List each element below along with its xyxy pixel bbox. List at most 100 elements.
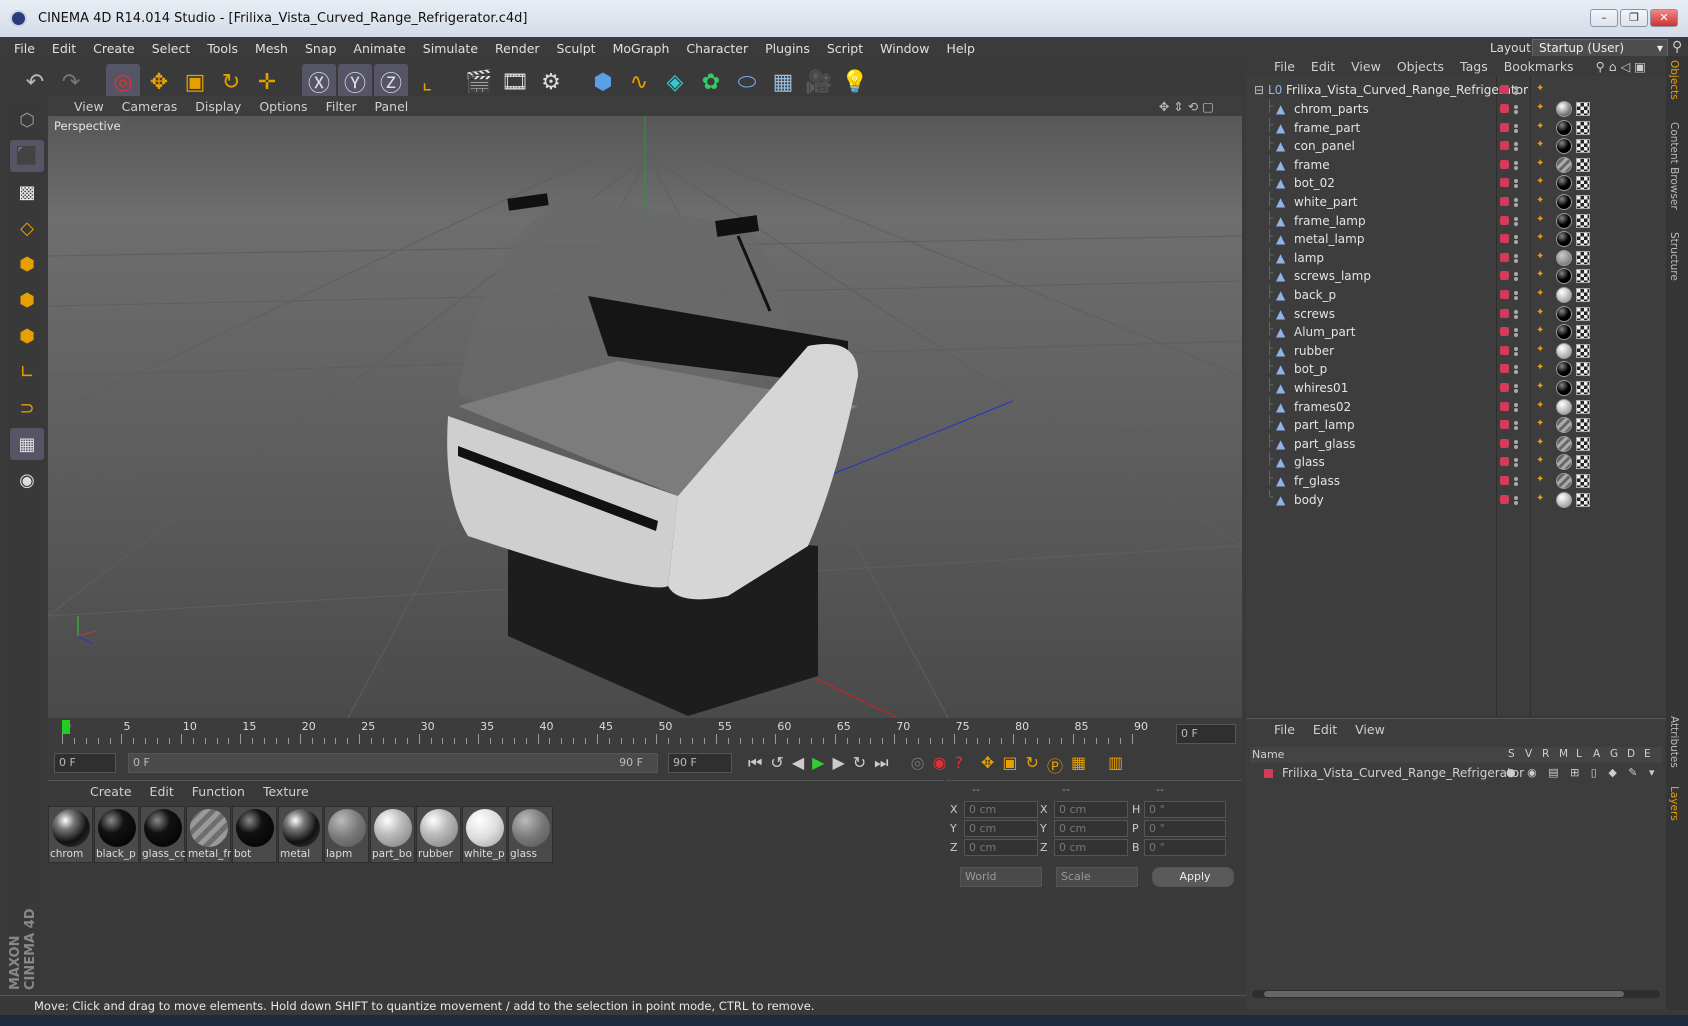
floor-icon[interactable]: ▦ xyxy=(766,64,800,100)
live-selection-icon[interactable]: ◎ xyxy=(106,64,140,100)
layer-menu-view[interactable]: View xyxy=(1355,722,1385,741)
material-swatch[interactable]: metal_fr xyxy=(186,806,231,863)
object-menu-bookmarks[interactable]: Bookmarks xyxy=(1504,59,1574,76)
timeline-window-icon[interactable]: ▥ xyxy=(1108,753,1123,777)
phong-tag-icon[interactable]: ✦ xyxy=(1536,232,1549,245)
coord-value-field[interactable]: 0 ° xyxy=(1144,839,1226,856)
object-menu-tags[interactable]: Tags xyxy=(1460,59,1488,76)
object-row[interactable]: ├ ▲ screws ✦ xyxy=(1246,304,1666,324)
menu-snap[interactable]: Snap xyxy=(305,41,336,56)
uvw-tag-icon[interactable] xyxy=(1576,102,1590,116)
editor-visibility-dot[interactable] xyxy=(1514,142,1518,147)
material-menu-edit[interactable]: Edit xyxy=(150,784,174,803)
uvw-tag-icon[interactable] xyxy=(1576,157,1590,172)
edges-mode-icon[interactable]: ⬢ xyxy=(10,284,44,316)
minimize-button[interactable]: – xyxy=(1590,9,1618,27)
menu-plugins[interactable]: Plugins xyxy=(765,41,810,56)
object-row[interactable]: ├ ▲ back_p ✦ xyxy=(1246,285,1666,305)
coord-value-field[interactable]: 0 ° xyxy=(1144,801,1226,818)
uvw-tag-icon[interactable] xyxy=(1576,232,1590,247)
render-visibility-dot[interactable] xyxy=(1514,147,1518,152)
tab-layers[interactable]: Layers xyxy=(1668,786,1680,821)
material-tag-icon[interactable] xyxy=(1556,454,1572,471)
phong-tag-icon[interactable]: ✦ xyxy=(1536,214,1549,227)
phong-tag-icon[interactable]: ✦ xyxy=(1536,139,1549,152)
move-icon[interactable]: ✥ xyxy=(142,64,176,100)
collapse-icon[interactable]: ⊟ xyxy=(1254,83,1264,97)
material-swatch[interactable]: metal xyxy=(278,806,323,863)
y-axis-lock-icon[interactable]: Ⓨ xyxy=(338,64,372,100)
layer-column-header[interactable]: R xyxy=(1542,748,1549,760)
menu-simulate[interactable]: Simulate xyxy=(423,41,478,56)
phong-tag-icon[interactable]: ✦ xyxy=(1536,455,1549,468)
phong-tag-icon[interactable]: ✦ xyxy=(1536,437,1549,450)
layer-menu-edit[interactable]: Edit xyxy=(1313,722,1337,741)
phong-tag-icon[interactable]: ✦ xyxy=(1536,251,1549,264)
material-tag-icon[interactable] xyxy=(1556,249,1572,266)
editor-visibility-dot[interactable] xyxy=(1514,328,1518,333)
uvw-tag-icon[interactable] xyxy=(1576,120,1590,135)
record-icon[interactable]: ◎ xyxy=(911,753,925,777)
object-row[interactable]: ├ ▲ screws_lamp ✦ xyxy=(1246,266,1666,286)
menu-window[interactable]: Window xyxy=(880,41,929,56)
add-tool-icon[interactable]: ✛ xyxy=(250,64,284,100)
axis-mode-icon[interactable]: ∟ xyxy=(10,356,44,388)
object-row[interactable]: ├ ▲ white_part ✦ xyxy=(1246,192,1666,212)
uvw-tag-icon[interactable] xyxy=(1576,213,1590,228)
editor-visibility-dot[interactable] xyxy=(1514,216,1518,221)
next-frame-icon[interactable]: ▶ xyxy=(832,753,844,777)
layer-column-header[interactable]: G xyxy=(1610,748,1618,760)
material-tag-icon[interactable] xyxy=(1556,156,1572,173)
render-visibility-dot[interactable] xyxy=(1514,110,1518,114)
locked-workplane-icon[interactable]: ▦ xyxy=(10,428,44,460)
cube-icon[interactable]: ⬢ xyxy=(586,64,620,100)
phong-tag-icon[interactable]: ✦ xyxy=(1536,325,1549,338)
material-tag-icon[interactable] xyxy=(1556,324,1572,341)
coord-value-field[interactable]: 0 cm xyxy=(1054,820,1128,837)
material-tag-icon[interactable] xyxy=(1556,380,1572,396)
layer-flag-icons[interactable]: ● ◉ ▤ ⊞ ▯ ◆ ✎ ▾ xyxy=(1506,766,1659,779)
coord-value-field[interactable]: 0 ° xyxy=(1144,820,1226,837)
material-menu-create[interactable]: Create xyxy=(90,784,132,803)
uvw-tag-icon[interactable] xyxy=(1576,474,1590,488)
material-tag-icon[interactable] xyxy=(1556,212,1572,229)
timeline-ruler[interactable]: 051015202530354045505560657075808590 0 F xyxy=(48,718,1242,750)
object-menu-edit[interactable]: Edit xyxy=(1311,59,1335,76)
render-view-icon[interactable]: 🎬 xyxy=(462,64,496,100)
uvw-tag-icon[interactable] xyxy=(1576,306,1590,321)
material-tag-icon[interactable] xyxy=(1556,231,1572,248)
material-swatch[interactable]: lapm xyxy=(324,806,369,863)
search-icon[interactable]: ⚲ xyxy=(1672,39,1682,55)
object-row[interactable]: ├ ▲ frame_part ✦ xyxy=(1246,118,1666,138)
redo-icon[interactable]: ↷ xyxy=(54,64,88,100)
phong-tag-icon[interactable]: ✦ xyxy=(1536,121,1549,134)
phong-tag-icon[interactable]: ✦ xyxy=(1536,344,1549,357)
uvw-tag-icon[interactable] xyxy=(1576,176,1590,191)
menu-render[interactable]: Render xyxy=(495,41,540,56)
material-menu-texture[interactable]: Texture xyxy=(263,784,309,803)
render-visibility-dot[interactable] xyxy=(1514,128,1518,133)
uvw-tag-icon[interactable] xyxy=(1576,362,1590,377)
current-frame-field[interactable]: 0 F xyxy=(1176,724,1236,744)
go-to-end-icon[interactable]: ⏭ xyxy=(874,753,888,777)
phong-tag-icon[interactable]: ✦ xyxy=(1536,418,1549,431)
editor-visibility-dot[interactable] xyxy=(1514,346,1518,351)
tab-attributes[interactable]: Attributes xyxy=(1668,716,1680,768)
layer-column-header[interactable]: A xyxy=(1593,748,1600,760)
viewport-menu-cameras[interactable]: Cameras xyxy=(122,99,178,114)
start-frame-field[interactable]: 0 F xyxy=(54,753,116,773)
previous-frame-icon[interactable]: ◀ xyxy=(792,753,804,777)
uvw-tag-icon[interactable] xyxy=(1576,343,1590,358)
uvw-tag-icon[interactable] xyxy=(1576,381,1590,395)
object-row[interactable]: ├ ▲ Alum_part ✦ xyxy=(1246,322,1666,342)
key-pla-icon[interactable]: ▦ xyxy=(1071,753,1086,777)
uvw-tag-icon[interactable] xyxy=(1576,325,1590,340)
material-tag-icon[interactable] xyxy=(1556,398,1572,415)
loop-icon[interactable]: ↺ xyxy=(770,753,783,777)
coord-value-field[interactable]: 0 cm xyxy=(964,801,1038,818)
render-visibility-dot[interactable] xyxy=(1514,407,1518,412)
menu-edit[interactable]: Edit xyxy=(52,41,76,56)
material-swatch[interactable]: black_p xyxy=(94,806,139,863)
maximize-button[interactable]: ❐ xyxy=(1620,9,1648,27)
object-row[interactable]: ├ ▲ part_glass ✦ xyxy=(1246,434,1666,454)
